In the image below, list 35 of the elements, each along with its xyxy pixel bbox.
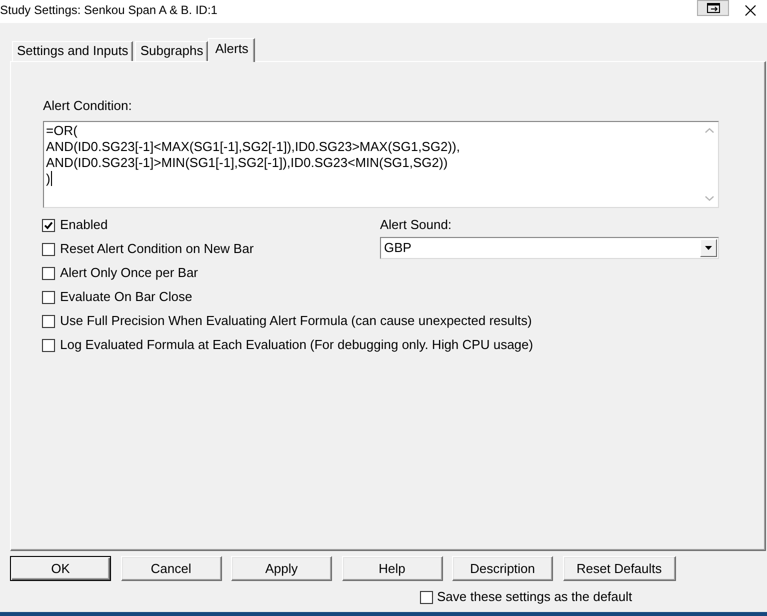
formula-field[interactable]: =OR( AND(ID0.SG23[-1]<MAX(SG1[-1],SG2[-1]),ID0.SG23>MAX(SG1,SG2)), AND(ID0.SG23[-1]>MIN(SG1[-1],SG2[-1]),ID0.SG23<MIN(SG1,SG2)) )	[43, 121, 719, 208]
checkbox[interactable]	[42, 314, 55, 328]
checkbox-label: Enabled	[60, 217, 108, 233]
checkbox-label: Evaluate On Bar Close	[60, 289, 192, 305]
dialog-button[interactable]: Reset Defaults	[562, 556, 676, 581]
checkbox[interactable]	[42, 242, 55, 256]
checkbox[interactable]	[420, 590, 433, 604]
checkbox[interactable]	[42, 218, 55, 232]
checkbox[interactable]	[42, 290, 55, 304]
chevron-down-icon	[705, 196, 714, 201]
checkbox[interactable]	[42, 338, 55, 352]
chevron-up-icon	[705, 128, 714, 133]
caret-down-icon	[705, 246, 712, 250]
window-title: Study Settings: Senkou Span A & B. ID:1	[0, 2, 218, 19]
checkmark-icon	[44, 220, 53, 230]
alert-sound-dropdown[interactable]: GBP	[380, 237, 719, 259]
tab[interactable]: Alerts	[208, 38, 256, 62]
dialog-button[interactable]: OK	[10, 556, 111, 581]
dialog-button[interactable]: Apply	[231, 556, 332, 581]
dialog-button[interactable]: Description	[452, 556, 553, 581]
checkbox-label: Reset Alert Condition on New Bar	[60, 241, 254, 257]
checkbox-label: Log Evaluated Formula at Each Evaluation (For debugging only. High CPU usage)	[60, 337, 534, 353]
tab[interactable]: Settings and Inputs	[12, 41, 134, 61]
dialog-button[interactable]: Cancel	[120, 556, 222, 581]
field-label: Alert Condition:	[43, 98, 132, 114]
tab[interactable]: Subgraphs	[135, 41, 208, 61]
field-label: Alert Sound:	[380, 216, 452, 234]
checkbox[interactable]	[42, 266, 55, 280]
close-icon	[744, 5, 756, 16]
checkbox-label: Alert Only Once per Bar	[60, 265, 198, 281]
checkbox-label: Use Full Precision When Evaluating Alert Formula (can cause unexpected results)	[60, 313, 532, 329]
checkbox-label: Save these settings as the default	[437, 589, 632, 605]
title-bar-button[interactable]	[697, 0, 729, 16]
dialog-button[interactable]: Help	[342, 556, 442, 581]
dropdown-button[interactable]	[700, 239, 717, 257]
